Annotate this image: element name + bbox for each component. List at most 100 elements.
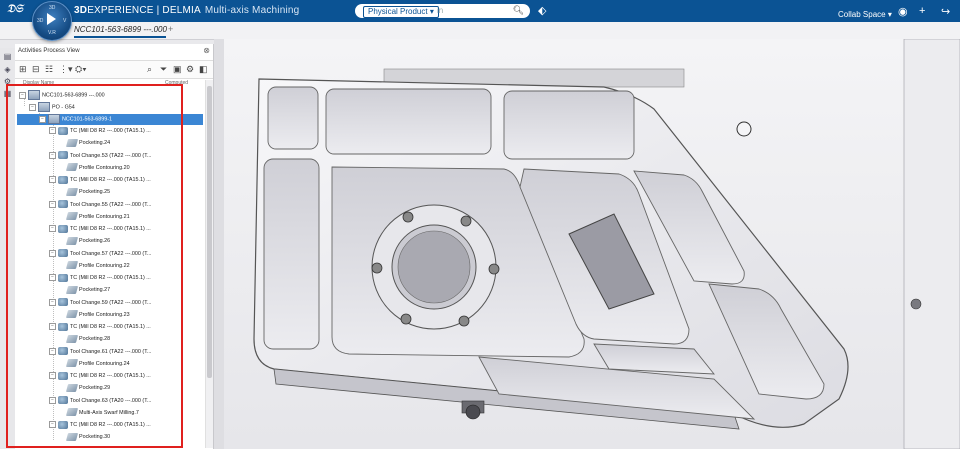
add-tab-button[interactable]: + (168, 24, 173, 34)
activities-process-panel: Activities Process View ⊗ ⊞ ⊟ ☷ ⋮▾ ⛭▾ ⌕ … (15, 44, 214, 449)
tool-change-icon (58, 322, 68, 331)
layers-icon[interactable]: ▦ (3, 90, 12, 98)
collapse-toggle-icon[interactable]: − (29, 103, 36, 111)
tree-row-operation[interactable]: Pocketing.24 (65, 138, 110, 149)
collapse-toggle-icon[interactable]: − (49, 298, 56, 306)
tree-row-tool-change[interactable]: − Tool Change.61 (TA22 ---.000 (T... (49, 347, 151, 358)
compass-widget[interactable]: 3D 3D V V.R (32, 1, 72, 41)
collapse-toggle-icon[interactable]: − (49, 372, 56, 380)
collapse-toggle-icon[interactable]: − (49, 249, 56, 257)
tree-row-operation[interactable]: Multi-Axis Swarf Milling.7 (65, 408, 139, 419)
tool-change-icon (58, 200, 68, 209)
tree-row-tool-change[interactable]: − TC (Mill D8 R2 ---.000 (TA15.1) ... (49, 224, 151, 235)
tree-row-tool-change[interactable]: − Tool Change.59 (TA22 ---.000 (T... (49, 298, 151, 309)
tree-label: TC (Mill D8 R2 ---.000 (TA15.1) ... (70, 422, 151, 428)
clamp-bolt (465, 404, 481, 420)
collab-space-dropdown[interactable]: Collab Space ▾ (838, 10, 892, 19)
tree-row-operation[interactable]: Pocketing.30 (65, 432, 111, 443)
tree-label: Pocketing.26 (79, 238, 111, 245)
ds-logo-icon[interactable]: 𝔇𝔖 (7, 3, 25, 19)
machine-bolt (910, 298, 922, 310)
tree-label: Tool Change.61 (TA22 ---.000 (T... (70, 348, 152, 355)
filter-icon[interactable]: ⏷ (160, 64, 167, 75)
search-input[interactable]: in (437, 6, 443, 15)
find-icon[interactable]: ⌕ (147, 64, 152, 75)
tree-row-operation[interactable]: Pocketing.29 (65, 383, 111, 394)
panel-close-icon[interactable]: ⊗ (203, 46, 210, 55)
tree-row-operation[interactable]: Profile Contouring.22 (65, 261, 130, 272)
pocket (267, 86, 319, 150)
tool-change-icon (58, 396, 68, 405)
tree-row-tool-change[interactable]: − Tool Change.57 (TA22 ---.000 (T... (49, 249, 151, 260)
tree-label: Pocketing.29 (79, 385, 111, 392)
collapse-toggle-icon[interactable]: − (49, 200, 56, 208)
tree-row-operation[interactable]: Profile Contouring.21 (65, 212, 130, 223)
tree-row-tool-change[interactable]: − TC (Mill D8 R2 ---.000 (TA15.1) ... (49, 420, 151, 431)
collapse-tree-icon[interactable]: ⊟ (32, 64, 40, 75)
tag-icon[interactable]: ⬖ (538, 4, 546, 17)
col-display-name[interactable]: Display Name (23, 80, 54, 86)
tree-row-tool-change[interactable]: − Tool Change.63 (TA20 ---.000 (T... (49, 396, 151, 407)
machining-operation-icon (65, 163, 79, 172)
tree-label: Pocketing.30 (79, 434, 111, 441)
level-dropdown-icon[interactable]: ⋮▾ (59, 64, 73, 75)
filter-tree-icon[interactable]: ☷ (45, 64, 53, 75)
tree-row-tool-change[interactable]: − TC (Mill D8 R2 ---.000 (TA15.1) ... (49, 322, 151, 333)
tree-row-tool-change[interactable]: − TC (Mill D8 R2 ---.000 (TA15.1) ... (49, 371, 151, 382)
share-icon[interactable]: ↪ (941, 5, 950, 18)
add-icon[interactable]: + (919, 5, 925, 17)
process-tree: − NCC101-563-6899 ---.000 − PO - G54 − NCC1… (15, 88, 205, 449)
tree-view-icon[interactable]: ▤ (3, 53, 12, 61)
tree-row-operation[interactable]: Profile Contouring.23 (65, 310, 130, 321)
bolt-hole (458, 315, 470, 327)
tab-document[interactable]: NCC101-563-6899 ---.000 (74, 25, 167, 34)
3d-viewport[interactable] (214, 39, 960, 449)
resource-icon[interactable]: ◈ (3, 66, 12, 74)
collapse-toggle-icon[interactable]: − (49, 347, 56, 355)
tree-row-operation[interactable]: Pocketing.27 (65, 285, 110, 296)
search-bar[interactable]: Physical Product ▾ in 🔍︎ (355, 4, 530, 18)
tree-label: Tool Change.57 (TA22 ---.000 (T... (70, 250, 152, 257)
tree-row-program[interactable]: − NCC101-563-6899-1 (17, 114, 203, 125)
layout-icon[interactable]: ◧ (199, 64, 208, 75)
collapse-toggle-icon[interactable]: − (49, 274, 56, 282)
search-scope-label: Physical Product (368, 7, 428, 16)
tree-row-tool-change[interactable]: − TC (Mill D8 R2 ---.000 (TA15.1) ... (49, 175, 151, 186)
app-brand: 3DEXPERIENCE | DELMIA Multi-axis Machinin… (74, 5, 299, 16)
tree-row-tool-change[interactable]: − TC (Mill D8 R2 ---.000 (TA15.1) ... (49, 273, 151, 284)
expand-tree-icon[interactable]: ⊞ (19, 64, 27, 75)
collapse-toggle-icon[interactable]: − (49, 396, 56, 404)
table-view-icon[interactable]: ▣ (173, 64, 182, 75)
collapse-toggle-icon[interactable]: − (49, 323, 56, 331)
tree-row-tool-change[interactable]: − Tool Change.55 (TA22 ---.000 (T... (49, 200, 151, 211)
collapse-toggle-icon[interactable]: − (49, 151, 56, 159)
tree-label: TC (Mill D8 R2 ---.000 (TA15.1) ... (70, 177, 151, 183)
collapse-toggle-icon[interactable]: − (49, 176, 56, 184)
collab-space-label: Collab Space (838, 10, 886, 19)
play-icon[interactable] (47, 13, 56, 25)
display-options-icon[interactable]: ⛭▾ (75, 64, 87, 75)
tree-row-operation[interactable]: Profile Contouring.24 (65, 359, 130, 370)
collapse-toggle-icon[interactable]: − (49, 127, 56, 135)
col-computed[interactable]: Computed (165, 80, 188, 86)
tree-row-operation[interactable]: Pocketing.26 (65, 236, 111, 247)
tree-row-operation[interactable]: Pocketing.28 (65, 334, 110, 345)
collapse-toggle-icon[interactable]: − (39, 115, 46, 123)
search-icon[interactable]: 🔍︎ (513, 5, 524, 16)
search-scope-dropdown[interactable]: Physical Product ▾ (363, 6, 439, 18)
collapse-toggle-icon[interactable]: − (49, 225, 56, 233)
tree-row-tool-change[interactable]: − TC (Mill D8 R2 ---.000 (TA15.1) ... (49, 126, 151, 137)
tree-scrollbar[interactable] (205, 80, 213, 448)
tree-row-tool-change[interactable]: − Tool Change.53 (TA22 ---.000 (T... (49, 151, 151, 162)
user-avatar-icon[interactable]: ◉ (898, 5, 908, 18)
tool-change-icon (58, 224, 68, 233)
tree-row-po[interactable]: − PO - G54 (29, 102, 75, 113)
scrollbar-thumb[interactable] (207, 86, 212, 378)
collapse-toggle-icon[interactable]: − (49, 421, 56, 429)
settings-icon[interactable]: ⚙ (186, 64, 194, 75)
tree-row-root[interactable]: − NCC101-563-6899 ---.000 (19, 90, 105, 101)
tree-row-operation[interactable]: Pocketing.25 (65, 187, 110, 198)
tree-row-operation[interactable]: Profile Contouring.20 (65, 163, 130, 174)
collapse-toggle-icon[interactable]: − (19, 91, 26, 99)
process-icon[interactable]: ⚙ (3, 78, 12, 86)
